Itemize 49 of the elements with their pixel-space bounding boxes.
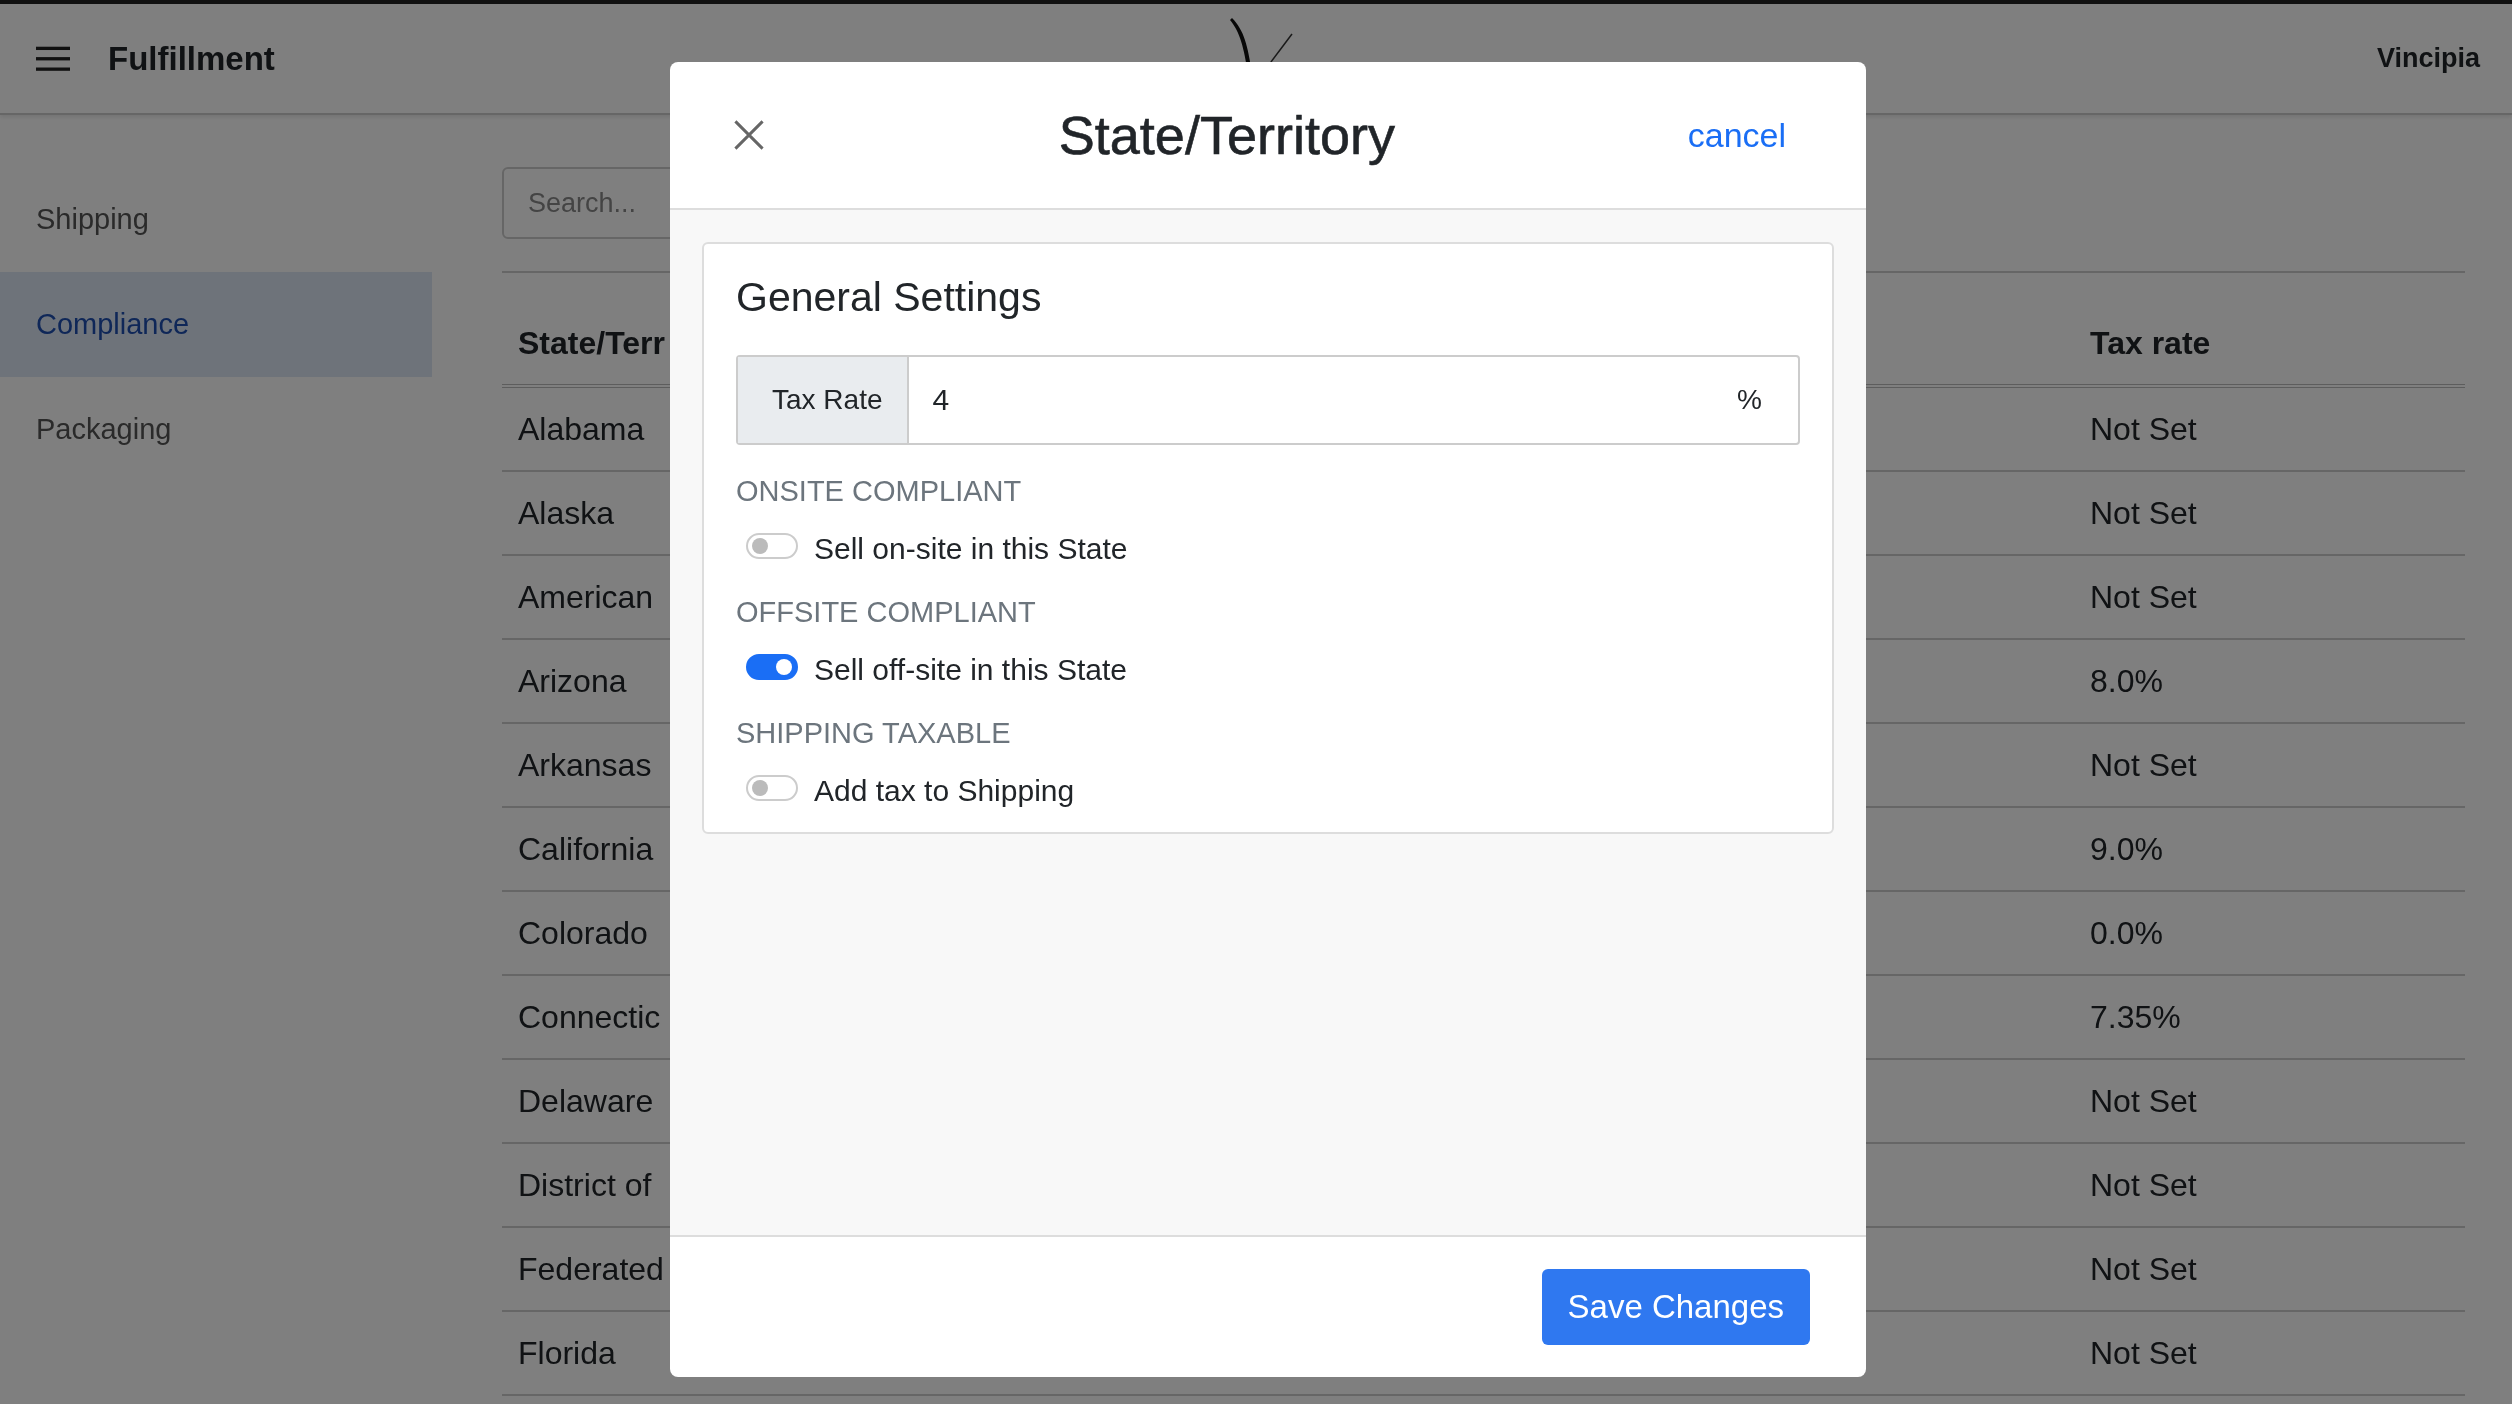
setting-heading: ONSITE COMPLIANT [736,475,1023,508]
table-cell: Colorado [518,914,648,951]
table-cell: California [518,830,654,867]
save-button[interactable]: Save Changes [1541,1269,1810,1345]
modal-title: State/Territory [1057,104,1396,166]
table-cell: Not Set [2090,1166,2197,1204]
field-value: 4 [931,383,951,417]
toggle-label: Sell off-site in this State [814,653,1127,687]
table-cell: Connectic [518,998,661,1035]
setting-heading: SHIPPING TAXABLE [736,717,1012,750]
table-cell: 8.0% [2090,662,2163,700]
table-cell: Federated [518,1250,664,1287]
field-label: Tax Rate [738,357,909,443]
table-cell: Not Set [2090,494,2197,532]
table-cell: 0.0% [2090,914,2163,952]
table-cell: Not Set [2090,410,2197,448]
table-cell: Not Set [2090,1082,2197,1120]
table-cell: District of [518,1166,652,1203]
table-cell: Not Set [2090,1250,2197,1288]
sidebar-item[interactable]: Packaging [0,377,432,482]
table-cell: Alaska [518,494,615,531]
table-cell: Not Set [2090,746,2197,784]
setting-heading: OFFSITE COMPLIANT [736,596,1037,629]
column-header: Tax rate [2090,325,2211,362]
percent-sign: % [1737,384,1763,416]
account-name[interactable]: Vincipia [2376,43,2480,74]
table-cell: Alabama [518,410,645,447]
sidebar-item[interactable]: Compliance [0,272,432,377]
column-header: State/Terr [518,325,665,361]
table-cell: Not Set [2090,1334,2197,1372]
tax-rate-field[interactable]: Tax Rate 4 % [736,355,1800,445]
toggle-switch[interactable] [746,775,798,801]
table-cell: Not Set [2090,578,2197,616]
table-cell: Arkansas [518,746,652,783]
table-cell: 9.0% [2090,830,2163,868]
table-cell: Florida [518,1334,616,1371]
toggle-switch[interactable] [746,533,798,559]
close-icon[interactable] [732,118,766,152]
toggle-label: Sell on-site in this State [814,532,1128,566]
table-cell: Delaware [518,1082,654,1119]
cancel-link[interactable]: cancel [1687,115,1786,155]
toggle-label: Add tax to Shipping [814,774,1075,808]
toggle-switch[interactable] [746,654,798,680]
table-cell: American [518,578,654,615]
sidebar-item[interactable]: Shipping [0,167,432,272]
table-cell: 7.35% [2090,998,2181,1036]
table-cell: Arizona [518,662,627,699]
section-title: General Settings [736,274,1043,321]
app-title: Fulfillment [108,39,275,78]
